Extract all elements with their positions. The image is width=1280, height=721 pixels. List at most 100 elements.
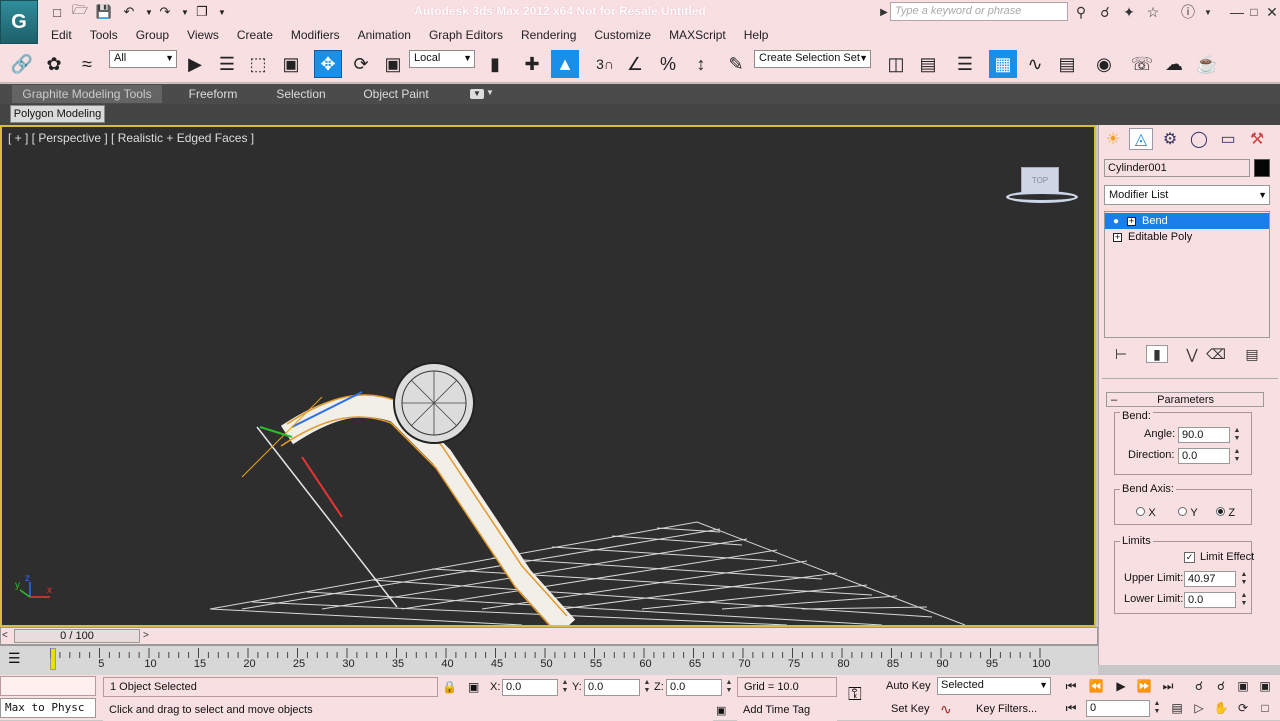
x-coordinate-input[interactable]: 0.0 — [502, 679, 558, 696]
maxscript-listener-top[interactable] — [0, 676, 96, 696]
unlink-icon[interactable]: ✿ — [40, 50, 68, 78]
keyboard-shortcut-override-icon[interactable]: ▲ — [551, 50, 579, 78]
angle-input[interactable]: 90.0 — [1178, 427, 1230, 443]
set-key-button[interactable]: Set Key — [891, 703, 930, 715]
rendered-frame-window-icon[interactable]: ☁ — [1160, 50, 1188, 78]
help-icon[interactable]: ⓘ — [1178, 3, 1198, 21]
snaps-toggle-icon[interactable]: 3 ∩ — [591, 50, 619, 78]
orbit-icon[interactable]: ⟳ — [1232, 699, 1254, 717]
radio-y[interactable] — [1178, 507, 1187, 516]
menu-rendering[interactable]: Rendering — [512, 28, 585, 42]
menu-help[interactable]: Help — [735, 28, 778, 42]
menu-maxscript[interactable]: MAXScript — [660, 28, 735, 42]
time-slider[interactable]: 0 / 100 — [14, 629, 140, 643]
key-mode-dropdown[interactable]: Selected ▼ — [937, 677, 1051, 695]
stack-item-editable-poly[interactable]: + Editable Poly — [1105, 229, 1269, 245]
viewcube-compass-ring[interactable] — [1006, 191, 1078, 203]
next-frame-icon[interactable]: ⏩ — [1133, 677, 1155, 695]
render-setup-icon[interactable]: ☏ — [1128, 50, 1156, 78]
time-configuration-icon[interactable]: ▤ — [1166, 699, 1188, 717]
edit-named-selection-icon[interactable]: ✎ — [722, 50, 750, 78]
zoom-extents-icon[interactable]: ▣ — [1232, 677, 1254, 695]
expand-icon[interactable]: + — [1127, 216, 1137, 226]
window-crossing-icon[interactable]: ▣ — [277, 50, 305, 78]
new-file-icon[interactable]: □ — [47, 3, 67, 21]
menu-group[interactable]: Group — [127, 28, 178, 42]
direction-input[interactable]: 0.0 — [1178, 448, 1230, 464]
curve-editor-icon[interactable]: ∿ — [1021, 50, 1049, 78]
lower-limit-spinner[interactable]: ▲ ▼ — [1239, 592, 1249, 608]
application-button[interactable]: G — [0, 0, 38, 44]
selection-lock-icon[interactable]: 🔒 — [442, 680, 457, 694]
undo-icon[interactable]: ↶ — [119, 3, 139, 21]
align-icon[interactable]: ▤ — [914, 50, 942, 78]
display-tab-icon[interactable]: ▭ — [1216, 128, 1240, 150]
menu-edit[interactable]: Edit — [42, 28, 81, 42]
menu-modifiers[interactable]: Modifiers — [282, 28, 349, 42]
expand-icon[interactable]: + — [1113, 232, 1122, 242]
spinner-snap-icon[interactable]: ↕ — [687, 50, 715, 78]
select-and-manipulate-icon[interactable]: ✚ — [518, 50, 546, 78]
material-editor-icon[interactable]: ◉ — [1090, 50, 1118, 78]
configure-modifier-sets-icon[interactable]: ▤ — [1241, 345, 1263, 363]
axis-z-radio[interactable]: Z — [1216, 505, 1235, 519]
direction-spinner[interactable]: ▲ ▼ — [1232, 448, 1242, 464]
select-and-rotate-icon[interactable]: ⟳ — [347, 50, 375, 78]
select-and-move-icon[interactable]: ✥ — [314, 50, 342, 78]
zoom-icon[interactable]: ☌ — [1188, 677, 1210, 695]
angle-spinner[interactable]: ▲ ▼ — [1232, 427, 1242, 443]
field-of-view-icon[interactable]: ▷ — [1188, 699, 1210, 717]
viewcube-face-top[interactable]: TOP — [1021, 167, 1059, 193]
key-curve-icon[interactable]: ∿ — [940, 701, 952, 718]
go-to-start-icon[interactable]: ⏮ — [1060, 677, 1082, 695]
select-object-icon[interactable]: ▶ — [181, 50, 209, 78]
current-frame-input[interactable]: 0 — [1086, 700, 1150, 717]
next-frame-icon[interactable]: > — [143, 630, 149, 641]
zoom-all-icon[interactable]: ☌ — [1210, 677, 1232, 695]
lightbulb-icon[interactable]: ● — [1113, 216, 1119, 227]
menu-customize[interactable]: Customize — [585, 28, 660, 42]
graphite-toggle-icon[interactable]: ▦ — [989, 50, 1017, 78]
modifier-list-dropdown[interactable]: Modifier List ▼ — [1104, 185, 1270, 205]
menu-views[interactable]: Views — [178, 28, 228, 42]
link-icon[interactable]: 🔗 — [8, 50, 36, 78]
stack-item-bend[interactable]: ● + Bend — [1105, 213, 1269, 229]
tab-object-paint[interactable]: Object Paint — [350, 85, 442, 103]
go-to-end-icon[interactable]: ⏭ — [1157, 677, 1179, 695]
radio-x[interactable] — [1136, 507, 1145, 516]
play-icon[interactable]: ▶ — [1110, 677, 1132, 695]
close-icon[interactable]: ✕ — [1262, 3, 1280, 21]
upper-limit-input[interactable]: 40.97 — [1184, 571, 1236, 587]
parameters-rollout-header[interactable]: – Parameters — [1106, 392, 1264, 407]
show-end-result-icon[interactable]: ▮ — [1146, 345, 1168, 363]
key-mode-toggle-icon[interactable]: ⏮ — [1060, 699, 1082, 717]
search-input[interactable]: Type a keyword or phrase — [890, 2, 1068, 21]
ribbon-dropdown-icon[interactable]: ▼ — [486, 88, 494, 97]
select-and-scale-icon[interactable]: ▣ — [379, 50, 407, 78]
remove-modifier-icon[interactable]: ⌫ — [1205, 345, 1227, 363]
maximize-icon[interactable]: □ — [1244, 3, 1264, 21]
favorites-star-icon[interactable]: ☆ — [1143, 3, 1163, 21]
menu-tools[interactable]: Tools — [81, 28, 127, 42]
select-by-name-icon[interactable]: ☰ — [213, 50, 241, 78]
binoculars-icon[interactable]: ⚲ — [1071, 3, 1091, 21]
maximize-viewport-icon[interactable]: □ — [1254, 699, 1276, 717]
create-tab-icon[interactable]: ☀ — [1101, 128, 1125, 150]
render-production-icon[interactable]: ☕ — [1193, 50, 1221, 78]
pivot-center-icon[interactable]: ▮ — [481, 50, 509, 78]
radio-z[interactable] — [1216, 507, 1225, 516]
time-tag-icon[interactable]: ▣ — [716, 704, 726, 717]
object-name-field[interactable]: Cylinder001 — [1104, 159, 1250, 177]
upper-limit-spinner[interactable]: ▲ ▼ — [1239, 571, 1249, 587]
reference-coordinate-dropdown[interactable]: Local ▼ — [409, 50, 475, 68]
y-coordinate-input[interactable]: 0.0 — [584, 679, 640, 696]
rectangular-selection-icon[interactable]: ⬚ — [244, 50, 272, 78]
x-spinner[interactable]: ▲ ▼ — [560, 679, 570, 695]
menu-graph-editors[interactable]: Graph Editors — [420, 28, 512, 42]
key-filters-button[interactable]: Key Filters... — [976, 703, 1037, 715]
selection-filter-dropdown[interactable]: All ▼ — [109, 50, 177, 68]
pin-stack-icon[interactable]: ⊢ — [1110, 345, 1132, 363]
lower-limit-input[interactable]: 0.0 — [1184, 592, 1236, 608]
viewcube[interactable]: TOP — [1006, 165, 1078, 209]
z-coordinate-input[interactable]: 0.0 — [666, 679, 722, 696]
